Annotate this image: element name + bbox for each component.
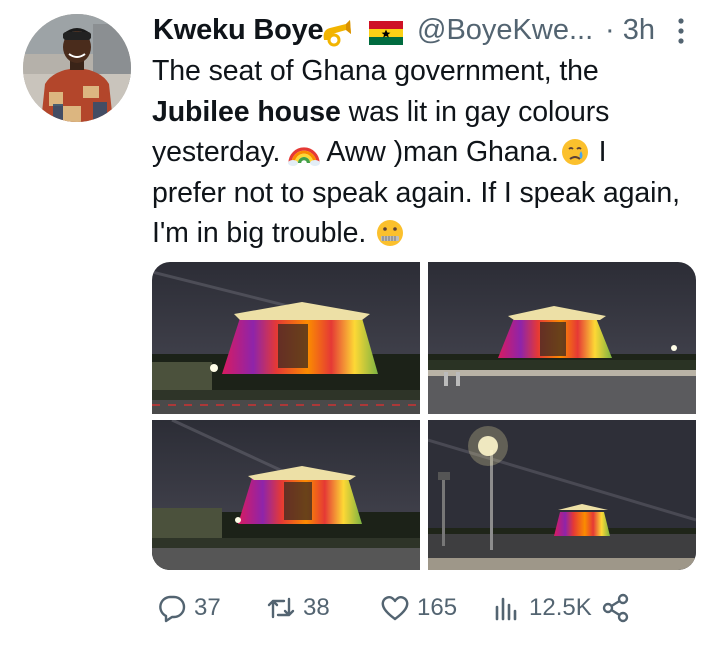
text-part: The seat of Ghana government, the: [152, 55, 599, 87]
crying-face-icon: [561, 139, 588, 165]
rainbow-icon: [288, 147, 321, 166]
more-options-icon[interactable]: [675, 16, 687, 46]
postal-horn-icon: [323, 20, 351, 47]
tweet-actions: 37 38 165 12.5K: [152, 588, 692, 628]
jubilee-house-photo: [152, 420, 420, 570]
author-handle[interactable]: @BoyeKwe...: [417, 14, 593, 47]
tweet-text: The seat of Ghana government, the Jubile…: [152, 51, 682, 254]
reply-button[interactable]: 37: [157, 588, 221, 628]
share-icon[interactable]: [601, 593, 631, 623]
heart-icon: [381, 596, 409, 621]
media-image-3[interactable]: [152, 420, 420, 570]
text-part: Aww )man Ghana.: [320, 136, 559, 168]
reply-icon: [159, 595, 186, 623]
avatar[interactable]: [23, 14, 131, 122]
text-bold: Jubilee house: [152, 95, 341, 128]
analytics-icon: [495, 597, 517, 621]
author-name[interactable]: Kweku Boye: [153, 14, 324, 47]
retweet-icon: [267, 597, 295, 619]
media-image-2[interactable]: [428, 262, 696, 414]
ghana-flag-icon: [369, 21, 403, 45]
jubilee-house-photo: [152, 262, 420, 414]
like-button[interactable]: 165: [380, 588, 457, 628]
media-image-4[interactable]: [428, 420, 696, 570]
jubilee-house-photo: [428, 262, 696, 414]
jubilee-house-photo: [428, 420, 696, 570]
like-count: 165: [417, 594, 458, 621]
views-button[interactable]: 12.5K: [492, 588, 592, 628]
reply-count: 37: [194, 594, 221, 621]
tweet-time[interactable]: · 3h: [605, 14, 655, 47]
view-count: 12.5K: [529, 594, 592, 621]
tweet-header: Kweku Boye @BoyeKwe... · 3h: [153, 12, 693, 52]
zipper-mouth-face-icon: [377, 220, 404, 246]
profile-photo: [23, 14, 131, 122]
retweet-button[interactable]: 38: [266, 588, 330, 628]
retweet-count: 38: [303, 594, 330, 621]
media-grid: [152, 262, 696, 570]
media-image-1[interactable]: [152, 262, 420, 414]
